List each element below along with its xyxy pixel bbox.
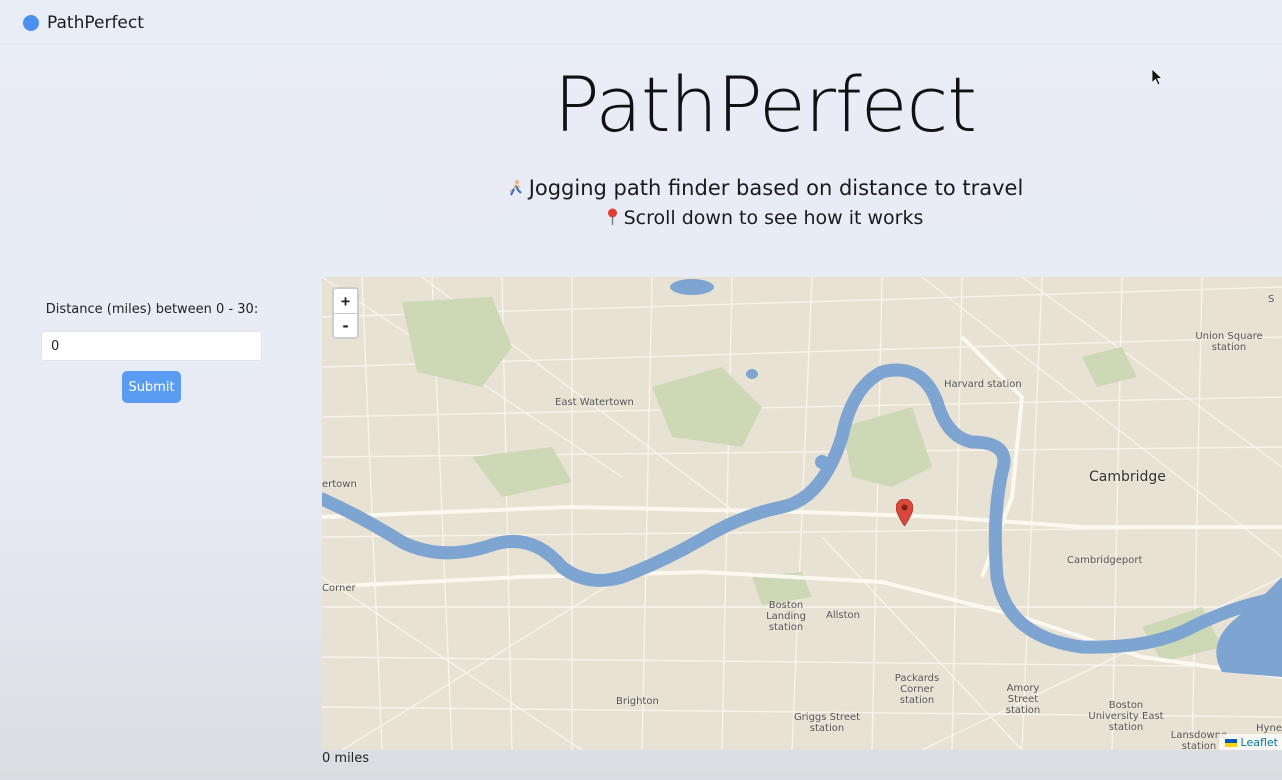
map-label-corner: Corner (322, 583, 356, 594)
map-label-packards: Packards Corner station (894, 673, 940, 706)
map-label-griggs: Griggs Street station (793, 712, 861, 734)
map-label-allston: Allston (826, 610, 860, 621)
submit-button[interactable]: Submit (122, 371, 181, 403)
top-bar: PathPerfect (0, 0, 1282, 44)
ukraine-flag-icon (1224, 738, 1237, 747)
distance-input[interactable] (41, 331, 262, 361)
leaflet-link[interactable]: Leaflet (1241, 736, 1278, 749)
map-label-cambridge: Cambridge (1089, 469, 1166, 485)
mouse-cursor-icon (1152, 69, 1163, 86)
map-label-amory: Amory Street station (1005, 683, 1041, 716)
map-label-hynes: Hynes (1256, 723, 1282, 734)
page-title: PathPerfect (553, 60, 977, 149)
map[interactable]: East Watertown ertown Corner Harvard sta… (322, 277, 1282, 750)
tagline-text: Jogging path finder based on distance to… (528, 176, 1024, 200)
zoom-out-button[interactable]: - (334, 313, 357, 337)
pushpin-icon (607, 208, 617, 225)
map-label-bu-east: Boston University East station (1088, 700, 1164, 733)
zoom-in-button[interactable]: + (334, 289, 357, 313)
hero-tagline: Jogging path finder based on distance to… (400, 176, 1130, 200)
runner-icon (509, 179, 522, 196)
map-label-harvard: Harvard station (944, 379, 1022, 390)
map-label-cambridgeport: Cambridgeport (1067, 555, 1143, 566)
map-label-watertown: ertown (322, 479, 357, 490)
hero-subtitle: Scroll down to see how it works (400, 207, 1130, 229)
subtitle-text: Scroll down to see how it works (623, 207, 924, 229)
map-label-east-watertown: East Watertown (555, 397, 634, 408)
map-label-boston-landing: Boston Landing station (766, 600, 806, 633)
brand-logo-icon (23, 15, 39, 31)
brand[interactable]: PathPerfect (23, 13, 144, 33)
distance-label: Distance (miles) between 0 - 30: (45, 302, 259, 317)
map-label-union-square: Union Square station (1195, 331, 1263, 353)
map-label-brighton: Brighton (616, 696, 659, 707)
distance-result: 0 miles (322, 751, 370, 766)
map-attribution: Leaflet (1218, 734, 1282, 750)
distance-form: Distance (miles) between 0 - 30: Submit (40, 302, 264, 403)
brand-name: PathPerfect (47, 13, 144, 33)
map-tiles (322, 277, 1282, 750)
location-marker-icon[interactable] (896, 499, 913, 526)
zoom-control: + - (332, 287, 359, 339)
map-label-edge: S (1268, 294, 1275, 305)
